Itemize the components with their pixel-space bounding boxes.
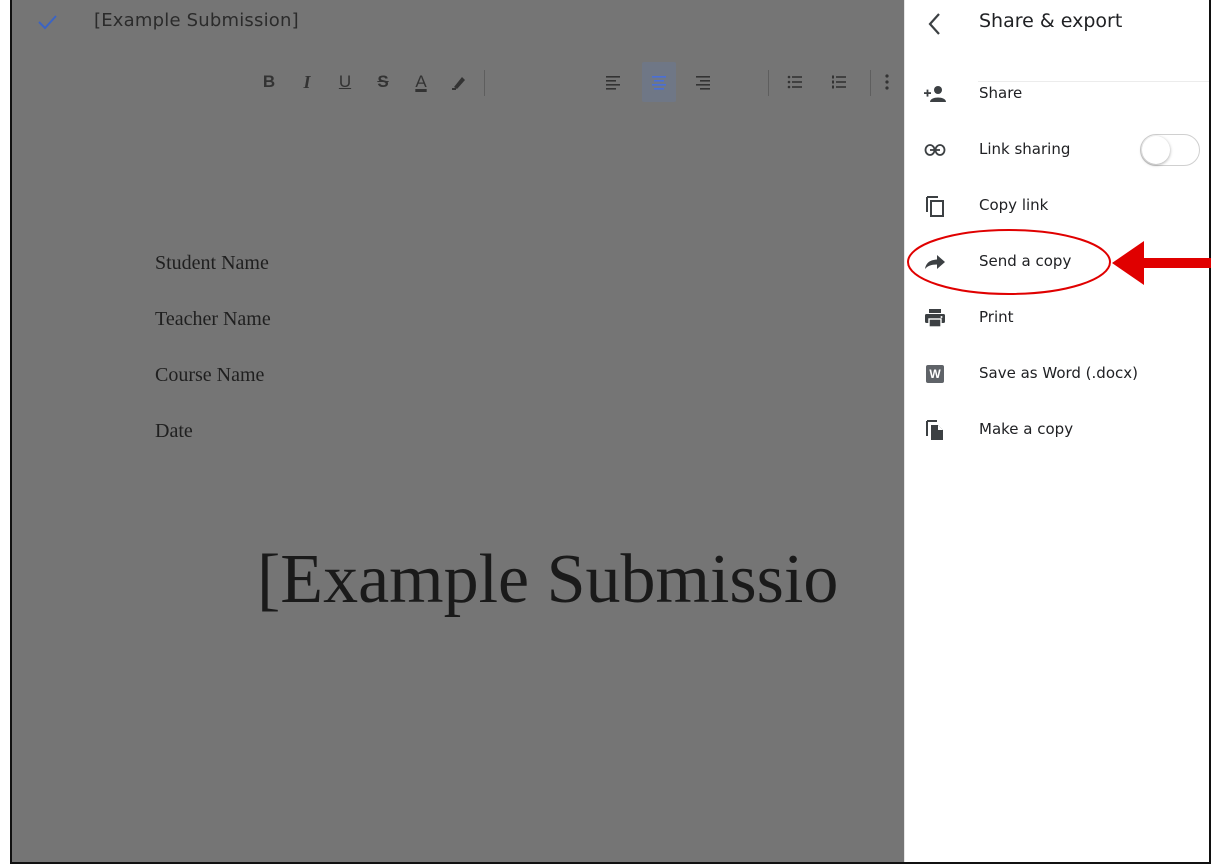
bold-button[interactable]: B <box>252 62 286 102</box>
menu-item-save-as-word[interactable]: W Save as Word (.docx) <box>905 352 1209 396</box>
bulleted-list-icon <box>787 75 802 89</box>
menu-item-link-sharing[interactable]: Link sharing <box>905 128 1209 172</box>
toolbar-divider <box>768 70 769 96</box>
align-left-button[interactable] <box>596 62 630 102</box>
document-topbar: [Example Submission] <box>12 0 904 44</box>
menu-item-print[interactable]: Print <box>905 296 1209 340</box>
toggle-knob <box>1142 136 1170 164</box>
menu-item-label: Save as Word (.docx) <box>979 364 1138 382</box>
share-export-panel: Share & export Share Link sharing Copy l… <box>904 0 1209 862</box>
toolbar-divider <box>870 70 871 96</box>
link-icon <box>922 138 948 162</box>
underline-button[interactable]: U <box>328 62 362 102</box>
strikethrough-button[interactable]: S <box>366 62 400 102</box>
text-color-button[interactable]: A <box>404 62 438 102</box>
menu-item-share[interactable]: Share <box>905 72 1209 116</box>
numbered-list-icon <box>832 75 846 89</box>
menu-item-make-a-copy[interactable]: Make a copy <box>905 408 1209 452</box>
file-copy-icon <box>922 418 948 442</box>
highlight-button[interactable] <box>442 62 476 102</box>
menu-item-label: Share <box>979 84 1023 102</box>
check-icon[interactable] <box>36 12 58 32</box>
menu-item-label: Copy link <box>979 196 1049 214</box>
back-chevron-icon[interactable] <box>923 10 947 38</box>
toolbar-divider <box>484 70 485 96</box>
numbered-list-button[interactable] <box>822 62 856 102</box>
highlight-ellipse <box>907 229 1111 295</box>
add-person-icon <box>922 82 948 106</box>
link-sharing-toggle[interactable] <box>1140 134 1200 166</box>
printer-icon <box>922 306 948 330</box>
teacher-name-line: Teacher Name <box>155 308 271 330</box>
align-right-button[interactable] <box>686 62 720 102</box>
menu-item-label: Print <box>979 308 1014 326</box>
student-name-line: Student Name <box>155 252 269 274</box>
menu-item-label: Link sharing <box>979 140 1071 158</box>
more-options-button[interactable] <box>878 62 904 102</box>
red-arrow-icon <box>1112 241 1211 285</box>
align-center-icon <box>652 76 666 90</box>
document-area: [Example Submission] B I U S A Student N… <box>12 0 904 862</box>
document-title[interactable]: [Example Submission] <box>94 10 299 31</box>
word-icon: W <box>922 362 948 386</box>
course-name-line: Course Name <box>155 364 265 386</box>
menu-item-label: Make a copy <box>979 420 1074 438</box>
align-left-icon <box>606 76 620 90</box>
panel-title: Share & export <box>979 10 1123 32</box>
more-vert-icon <box>885 74 889 90</box>
align-right-icon <box>696 76 710 90</box>
italic-button[interactable]: I <box>290 62 324 102</box>
copy-icon <box>922 194 948 218</box>
align-center-button[interactable] <box>642 62 676 102</box>
panel-header: Share & export <box>905 0 1209 82</box>
formatting-toolbar: B I U S A <box>238 62 904 102</box>
document-heading: [Example Submissio <box>257 541 839 618</box>
menu-item-copy-link[interactable]: Copy link <box>905 184 1209 228</box>
word-badge: W <box>926 365 944 383</box>
date-line: Date <box>155 420 193 442</box>
highlighter-icon <box>452 77 465 90</box>
app-window: [Example Submission] B I U S A Student N… <box>10 0 1211 864</box>
bulleted-list-button[interactable] <box>778 62 812 102</box>
